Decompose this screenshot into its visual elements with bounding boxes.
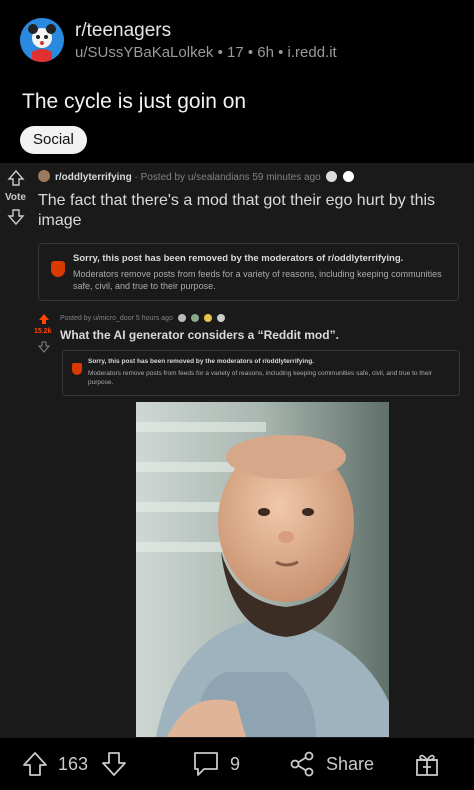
post-title: The cycle is just goin on: [22, 90, 247, 113]
award-icon: [343, 171, 355, 182]
screenshot-posted-by: · Posted by u/sealandians 59 minutes ago: [134, 172, 321, 183]
award-icon: [216, 314, 225, 322]
award-button[interactable]: [414, 738, 440, 790]
removed-notice: Sorry, this post has been removed by the…: [38, 243, 459, 301]
nested-removed-text: Moderators remove posts from feeds for a…: [88, 370, 432, 386]
vote-count-label: 163: [58, 753, 89, 774]
comment-count: 9: [230, 753, 241, 774]
removed-notice-title: Sorry, this post has been removed by the…: [73, 253, 404, 264]
upvote-arrow-icon: [23, 752, 47, 776]
post-header: r/teenagers u/SUssYBaKaLolkek • 17 • 6h …: [0, 0, 474, 80]
screenshot-post-meta: r/oddlyterrifying · Posted by u/sealandi…: [38, 170, 355, 183]
subreddit-name[interactable]: r/teenagers: [75, 20, 171, 42]
downvote-arrow-icon: [7, 209, 25, 226]
nested-post-meta: Posted by u/micro_door 5 hours ago: [60, 314, 225, 322]
shield-icon: [51, 261, 65, 277]
vote-count: 163: [58, 738, 88, 790]
award-icon: [326, 171, 338, 182]
upvote-arrow-icon: [7, 169, 25, 186]
award-icon: [203, 314, 212, 322]
shield-icon: [72, 363, 82, 375]
nested-removed-title: Sorry, this post has been removed by the…: [88, 358, 314, 365]
nested-post-title: What the AI generator considers a “Reddi…: [60, 328, 339, 342]
upvote-arrow-icon: [39, 314, 49, 324]
nested-posted-by: Posted by u/micro_door 5 hours ago: [60, 315, 173, 322]
downvote-button[interactable]: [101, 738, 127, 790]
share-icon: [290, 751, 314, 777]
comments-button[interactable]: 9: [192, 738, 240, 790]
screenshot-subreddit: r/oddlyterrifying: [55, 172, 132, 183]
flair-badge[interactable]: Social: [20, 126, 87, 154]
award-icon: [177, 314, 186, 322]
vote-column: Vote: [0, 163, 32, 738]
ai-generated-photo: [136, 402, 389, 737]
vote-label: Vote: [5, 192, 26, 203]
subreddit-avatar[interactable]: [20, 18, 64, 62]
post-image[interactable]: Vote r/oddlyterrifying · Posted by u/sea…: [0, 163, 474, 738]
share-label: Share: [326, 753, 375, 774]
award-icon: [190, 314, 199, 322]
nested-post: 15.2k Posted by u/micro_door 5 hours ago…: [32, 310, 460, 738]
downvote-arrow-icon: [38, 341, 50, 353]
nested-removed-notice: Sorry, this post has been removed by the…: [62, 350, 460, 396]
mascot-icon: [20, 18, 64, 62]
post-meta: u/SUssYBaKaLolkek • 17 • 6h • i.redd.it: [75, 44, 337, 61]
action-bar: 163 9 Share: [0, 738, 474, 790]
comment-bubble-icon: [194, 752, 218, 776]
nested-score: 15.2k: [34, 328, 52, 335]
upvote-button[interactable]: [22, 738, 48, 790]
man-portrait-image: [136, 402, 389, 737]
gift-icon: [416, 754, 438, 776]
downvote-arrow-icon: [102, 752, 126, 776]
subreddit-icon: [38, 170, 50, 182]
share-button[interactable]: Share: [288, 738, 374, 790]
screenshot-post-title: The fact that there's a mod that got the…: [38, 192, 436, 229]
removed-notice-text: Moderators remove posts from feeds for a…: [73, 269, 442, 291]
